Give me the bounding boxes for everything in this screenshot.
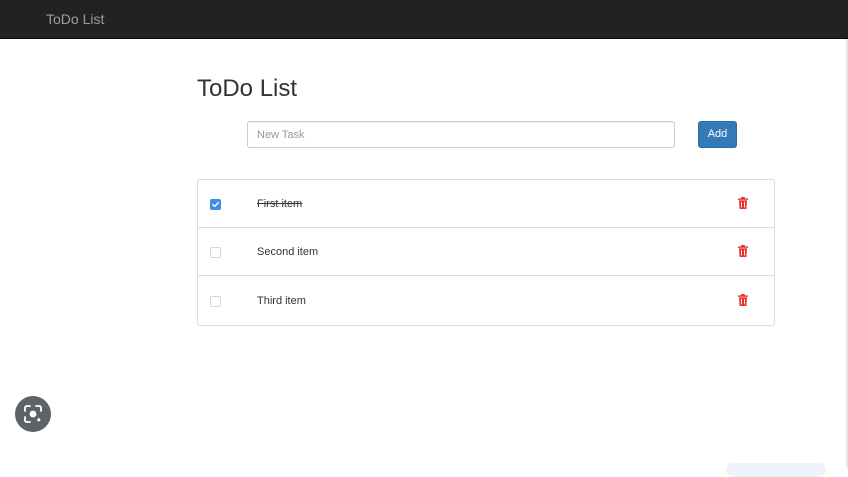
todo-text: Second item (257, 245, 319, 258)
todo-text: Third item (257, 294, 306, 307)
lens-icon (24, 405, 42, 423)
new-task-input[interactable] (247, 121, 675, 148)
trash-icon[interactable] (738, 196, 748, 209)
todo-text: First item (257, 197, 303, 210)
todo-checkbox[interactable] (210, 295, 221, 307)
todo-row: First item (198, 180, 774, 227)
floating-pill[interactable] (726, 463, 826, 477)
trash-icon[interactable] (738, 293, 748, 306)
trash-icon[interactable] (738, 244, 748, 257)
navbar-brand[interactable]: ToDo List (46, 10, 104, 28)
add-button[interactable]: Add (698, 121, 737, 148)
page-title: ToDo List (197, 75, 298, 102)
todo-checkbox[interactable] (210, 246, 221, 258)
navbar: ToDo List (0, 0, 848, 39)
todo-checkbox[interactable] (210, 198, 221, 210)
todo-row: Third item (198, 275, 774, 325)
checkmark-icon (212, 201, 219, 207)
todo-list: First item Second item Third item (197, 179, 775, 326)
todo-row: Second item (198, 227, 774, 275)
lens-button[interactable] (15, 396, 51, 432)
